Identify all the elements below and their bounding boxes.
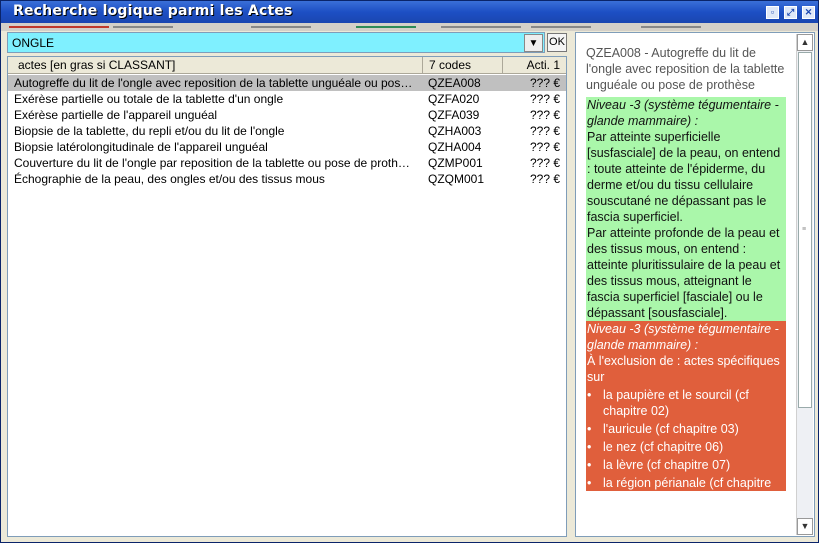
table-row[interactable]: Exérèse partielle de l'appareil unguéal Q… (8, 107, 566, 123)
window-title: Recherche logique parmi les Actes (13, 3, 293, 19)
bullet-icon: • (587, 422, 592, 436)
act-code: QZQM001 (428, 172, 485, 186)
act-price: ??? € (529, 76, 560, 90)
act-code: QZMP001 (428, 156, 483, 170)
act-price: ??? € (529, 156, 560, 170)
grip-icon: ≡ (802, 226, 807, 233)
act-code: QZFA039 (428, 108, 480, 122)
exclusion-item: • la lèvre (cf chapitre 07) (587, 457, 785, 473)
maximize-icon[interactable]: ⤢ (784, 6, 797, 19)
exclusion-item: • la région périanale (cf chapitre (587, 475, 785, 491)
exclusion-text: la lèvre (cf chapitre 07) (603, 458, 731, 472)
scroll-down-icon[interactable]: ▼ (797, 518, 813, 535)
detail-scrollbar[interactable]: ▲ ≡ ▼ (796, 34, 813, 535)
exclusion-item: • l'auricule (cf chapitre 03) (587, 421, 785, 437)
act-code: QZEA008 (428, 76, 481, 90)
strip-segment (251, 26, 311, 28)
act-code: QZHA003 (428, 124, 482, 138)
act-label: Échographie de la peau, des ongles et/ou… (14, 172, 325, 186)
green-paragraph: Par atteinte profonde de la peau et des … (587, 226, 781, 320)
strip-segment (113, 26, 173, 28)
table-row[interactable]: Échographie de la peau, des ongles et/ou… (8, 171, 566, 187)
act-price: ??? € (529, 92, 560, 106)
green-paragraph: Par atteinte superficielle [susfasciale]… (587, 130, 781, 224)
scroll-up-icon[interactable]: ▲ (797, 34, 813, 51)
act-price: ??? € (529, 172, 560, 186)
color-strip (1, 23, 818, 31)
close-icon[interactable]: ✕ (802, 6, 815, 19)
act-code: QZFA020 (428, 92, 480, 106)
exclusion-item: • la paupière et le sourcil (cf chapitre … (587, 387, 785, 419)
bullet-icon: • (587, 440, 592, 454)
act-label: Biopsie de la tablette, du repli et/ou d… (14, 124, 285, 138)
left-pane: ONGLE ▼ OK actes [en gras si CLASSANT] 7… (7, 32, 567, 537)
red-heading: Niveau -3 (système tégumentaire - glande… (587, 322, 779, 352)
table-row[interactable]: Exérèse partielle ou totale de la tablet… (8, 91, 566, 107)
exclusion-text: le nez (cf chapitre 06) (603, 440, 724, 454)
chevron-down-icon[interactable]: ▼ (524, 34, 543, 52)
inclusion-block: Niveau -3 (système tégumentaire - glande… (586, 97, 786, 321)
act-label: Biopsie latérolongitudinale de l'apparei… (14, 140, 268, 154)
exclusion-list: • la paupière et le sourcil (cf chapitre … (587, 387, 785, 491)
exclusion-block: Niveau -3 (système tégumentaire - glande… (586, 321, 786, 491)
restore-icon[interactable]: ▫ (766, 6, 779, 19)
act-price: ??? € (529, 108, 560, 122)
scroll-thumb[interactable]: ≡ (798, 52, 812, 408)
column-header-actes[interactable]: actes [en gras si CLASSANT] (8, 57, 423, 74)
detail-content: QZEA008 - Autogreffe du lit de l'ongle a… (586, 45, 786, 535)
bullet-icon: • (587, 476, 592, 490)
table-header: actes [en gras si CLASSANT] 7 codes Acti… (8, 57, 566, 74)
main-window: Recherche logique parmi les Actes ▫ ⤢ ✕ … (0, 0, 819, 543)
act-label: Autogreffe du lit de l'ongle avec reposi… (14, 76, 413, 90)
red-paragraph: À l'exclusion de : actes spécifiques sur (587, 354, 780, 384)
exclusion-text: la région périanale (cf chapitre (603, 476, 772, 490)
table-row[interactable]: Couverture du lit de l'ongle par reposit… (8, 155, 566, 171)
strip-segment (441, 26, 521, 28)
strip-segment (531, 26, 591, 28)
table-row[interactable]: Autogreffe du lit de l'ongle avec reposi… (8, 75, 566, 91)
search-input[interactable]: ONGLE (12, 36, 54, 50)
table-row[interactable]: Biopsie de la tablette, du repli et/ou d… (8, 123, 566, 139)
exclusion-text: la paupière et le sourcil (cf chapitre 0… (603, 388, 749, 418)
green-heading: Niveau -3 (système tégumentaire - glande… (587, 98, 779, 128)
strip-segment (356, 26, 416, 28)
search-combobox[interactable]: ONGLE ▼ (7, 32, 545, 53)
detail-pane: QZEA008 - Autogreffe du lit de l'ongle a… (575, 32, 815, 537)
act-label: Exérèse partielle ou totale de la tablet… (14, 92, 284, 106)
exclusion-text: l'auricule (cf chapitre 03) (603, 422, 739, 436)
strip-segment (9, 26, 109, 28)
act-label: Exérèse partielle de l'appareil unguéal (14, 108, 218, 122)
acts-table: actes [en gras si CLASSANT] 7 codes Acti… (7, 56, 567, 537)
table-row[interactable]: Biopsie latérolongitudinale de l'apparei… (8, 139, 566, 155)
exclusion-item: • le nez (cf chapitre 06) (587, 439, 785, 455)
strip-segment (641, 26, 701, 28)
act-price: ??? € (529, 124, 560, 138)
bullet-icon: • (587, 388, 592, 402)
act-label: Couverture du lit de l'ongle par reposit… (14, 156, 410, 170)
detail-intro: QZEA008 - Autogreffe du lit de l'ongle a… (586, 46, 785, 92)
column-header-acti[interactable]: Acti. 1 (503, 57, 566, 74)
act-price: ??? € (529, 140, 560, 154)
act-code: QZHA004 (428, 140, 482, 154)
ok-button[interactable]: OK (547, 33, 567, 52)
bullet-icon: • (587, 458, 592, 472)
column-header-codes[interactable]: 7 codes (423, 57, 503, 74)
title-bar[interactable]: Recherche logique parmi les Actes ▫ ⤢ ✕ (1, 1, 818, 23)
